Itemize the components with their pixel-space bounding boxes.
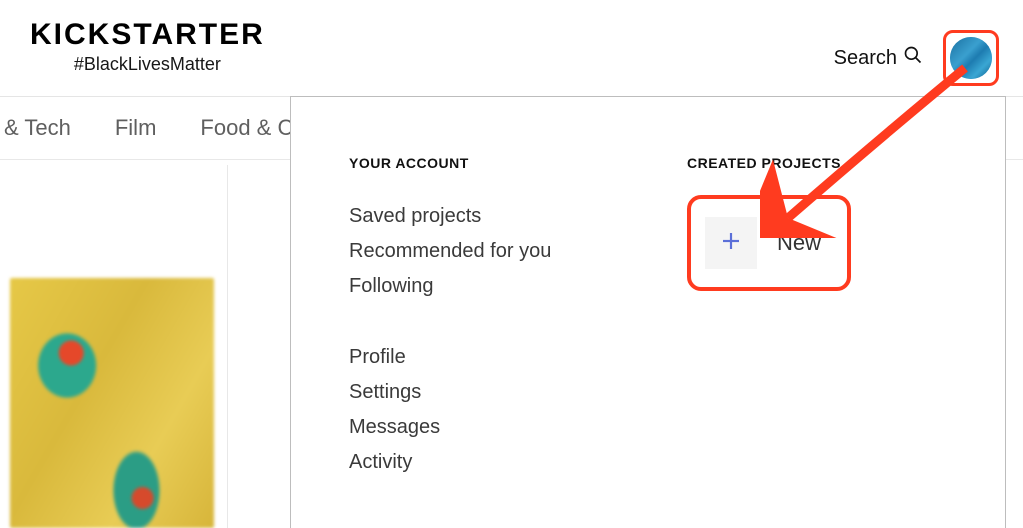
- new-project-highlight: New: [687, 195, 851, 291]
- search-icon: [903, 45, 923, 71]
- nav-item-film[interactable]: Film: [115, 115, 157, 141]
- new-project-label[interactable]: New: [777, 230, 821, 256]
- column-divider: [227, 165, 228, 528]
- tagline[interactable]: #BlackLivesMatter: [74, 54, 221, 75]
- menu-following[interactable]: Following: [349, 269, 617, 304]
- header-right: Search: [834, 30, 999, 86]
- menu-recommended[interactable]: Recommended for you: [349, 234, 617, 269]
- header: KICKSTARTER #BlackLivesMatter Search: [0, 0, 1023, 96]
- account-column: YOUR ACCOUNT Saved projects Recommended …: [349, 155, 617, 498]
- account-heading: YOUR ACCOUNT: [349, 155, 617, 171]
- account-list-2: Profile Settings Messages Activity: [349, 340, 617, 480]
- created-column: CREATED PROJECTS New: [687, 155, 955, 498]
- menu-settings[interactable]: Settings: [349, 375, 617, 410]
- avatar-highlight: [943, 30, 999, 86]
- menu-activity[interactable]: Activity: [349, 445, 617, 480]
- search-label: Search: [834, 47, 897, 70]
- search-link[interactable]: Search: [834, 45, 923, 71]
- brand-block: KICKSTARTER #BlackLivesMatter: [30, 18, 265, 75]
- created-heading: CREATED PROJECTS: [687, 155, 955, 171]
- account-list-1: Saved projects Recommended for you Follo…: [349, 199, 617, 304]
- nav-item-tech[interactable]: & Tech: [4, 115, 71, 141]
- project-thumbnail[interactable]: [10, 278, 214, 528]
- menu-messages[interactable]: Messages: [349, 410, 617, 445]
- new-project-button[interactable]: [705, 217, 757, 269]
- logo[interactable]: KICKSTARTER: [30, 18, 265, 52]
- menu-saved-projects[interactable]: Saved projects: [349, 199, 617, 234]
- nav-item-food[interactable]: Food & Cr: [200, 115, 300, 141]
- avatar-button[interactable]: [950, 37, 992, 79]
- menu-profile[interactable]: Profile: [349, 340, 617, 375]
- plus-icon: [719, 229, 743, 258]
- account-dropdown: YOUR ACCOUNT Saved projects Recommended …: [290, 96, 1006, 528]
